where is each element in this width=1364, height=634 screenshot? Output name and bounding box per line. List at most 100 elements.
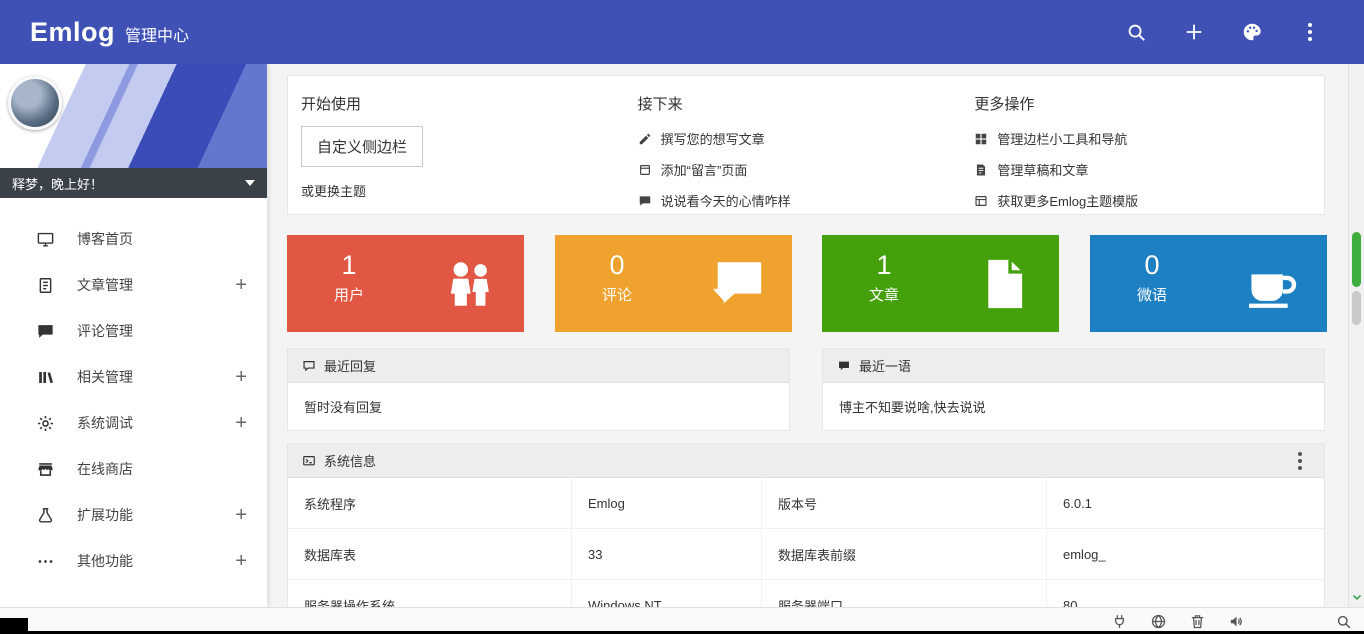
scrollbar-thumb-accent[interactable] bbox=[1352, 232, 1361, 287]
customize-sidebar-button[interactable]: 自定义侧边栏 bbox=[301, 126, 423, 167]
search-icon[interactable] bbox=[1124, 20, 1148, 44]
browser-globe-icon[interactable] bbox=[1150, 613, 1167, 630]
write-article-link[interactable]: 撰写您的想写文章 bbox=[638, 123, 975, 154]
link-label: 获取更多Emlog主题模版 bbox=[997, 191, 1138, 210]
user-greeting[interactable]: 释梦，晚上好！ bbox=[0, 168, 267, 198]
navbar-actions bbox=[1124, 20, 1322, 44]
manage-drafts-link[interactable]: 管理草稿和文章 bbox=[974, 154, 1311, 185]
sysinfo-cell: 服务器端口 bbox=[761, 580, 1046, 607]
sysinfo-cell: Emlog bbox=[571, 478, 761, 529]
stat-label: 微语 bbox=[1120, 284, 1184, 305]
stat-card-comments[interactable]: 0 评论 bbox=[555, 235, 792, 332]
more-menu-icon[interactable] bbox=[1298, 20, 1322, 44]
link-label: 管理草稿和文章 bbox=[997, 160, 1088, 179]
expand-icon[interactable]: + bbox=[235, 505, 247, 525]
recent-word-panel: 最近一语 博主不知要说啥,快去说说 bbox=[822, 348, 1325, 431]
sidebar-item-label: 评论管理 bbox=[77, 321, 133, 341]
expand-icon[interactable]: + bbox=[235, 551, 247, 571]
sidebar-item-blog-home[interactable]: 博客首页 bbox=[0, 216, 267, 262]
link-label: 撰写您的想写文章 bbox=[661, 129, 765, 148]
scroll-down-arrow-icon[interactable] bbox=[1351, 591, 1363, 603]
stat-card-microblog[interactable]: 0 微语 bbox=[1090, 235, 1327, 332]
monitor-icon bbox=[36, 230, 55, 249]
widgets-icon bbox=[974, 132, 988, 146]
sidebar-item-articles[interactable]: 文章管理 + bbox=[0, 262, 267, 308]
sidebar-item-other[interactable]: 其他功能 + bbox=[0, 538, 267, 584]
drafts-icon bbox=[974, 163, 988, 177]
chevron-down-icon bbox=[245, 180, 255, 186]
plug-icon[interactable] bbox=[1111, 613, 1128, 630]
ellipsis-icon bbox=[36, 552, 55, 571]
quickstart-panel: 开始使用 自定义侧边栏 或更换主题 接下来 撰写您的想写文章 添加“留言”页面 bbox=[287, 75, 1325, 215]
article-icon bbox=[36, 276, 55, 295]
recent-word-body: 博主不知要说啥,快去说说 bbox=[823, 383, 1324, 429]
sidebar-item-store[interactable]: 在线商店 bbox=[0, 446, 267, 492]
site-section-title: 管理中心 bbox=[125, 22, 189, 46]
avatar[interactable] bbox=[8, 76, 62, 130]
theme-palette-icon[interactable] bbox=[1240, 20, 1264, 44]
sysinfo-cell: Windows NT bbox=[571, 580, 761, 607]
link-label: 说说看今天的心情咋样 bbox=[661, 191, 791, 210]
sysinfo-cell: 数据库表 bbox=[288, 529, 571, 580]
stat-value: 1 bbox=[317, 250, 381, 281]
sysinfo-cell: 系统程序 bbox=[288, 478, 571, 529]
recent-reply-body: 暂时没有回复 bbox=[288, 383, 789, 429]
comment-bubble-icon bbox=[708, 255, 766, 313]
post-mood-link[interactable]: 说说看今天的心情咋样 bbox=[638, 185, 975, 216]
page-icon bbox=[638, 163, 652, 177]
system-info-table: 系统程序 Emlog 版本号 6.0.1 数据库表 33 数据库表前缀 emlo… bbox=[288, 478, 1324, 607]
expand-icon[interactable]: + bbox=[235, 275, 247, 295]
taskbar-fragment bbox=[0, 618, 28, 631]
more-actions-column: 更多操作 管理边栏小工具和导航 管理草稿和文章 获取更多Emlog主题模版 bbox=[974, 76, 1311, 216]
column-title: 开始使用 bbox=[301, 93, 638, 114]
panel-title: 系统信息 bbox=[324, 451, 376, 470]
trash-icon[interactable] bbox=[1189, 613, 1206, 630]
stat-label: 评论 bbox=[585, 284, 649, 305]
main-content: 开始使用 自定义侧边栏 或更换主题 接下来 撰写您的想写文章 添加“留言”页面 bbox=[267, 64, 1348, 607]
profile-banner bbox=[0, 64, 267, 168]
sidebar: 释梦，晚上好！ 博客首页 文章管理 + 评论管理 相关管理 + bbox=[0, 64, 267, 607]
panel-title: 最近回复 bbox=[324, 356, 376, 375]
chat-outline-icon bbox=[302, 359, 316, 373]
sidebar-item-extensions[interactable]: 扩展功能 + bbox=[0, 492, 267, 538]
coffee-icon bbox=[1243, 255, 1301, 313]
status-bar bbox=[0, 607, 1364, 634]
sysinfo-cell: 6.0.1 bbox=[1046, 478, 1324, 529]
stat-label: 文章 bbox=[852, 284, 916, 305]
column-title: 更多操作 bbox=[974, 93, 1311, 114]
expand-icon[interactable]: + bbox=[235, 367, 247, 387]
page-scrollbar[interactable] bbox=[1348, 64, 1364, 607]
get-themes-link[interactable]: 获取更多Emlog主题模版 bbox=[974, 185, 1311, 216]
sysinfo-cell: 80 bbox=[1046, 580, 1324, 607]
manage-widgets-link[interactable]: 管理边栏小工具和导航 bbox=[974, 123, 1311, 154]
stat-value: 0 bbox=[585, 250, 649, 281]
brand[interactable]: Emlog 管理中心 bbox=[30, 17, 189, 48]
sidebar-item-label: 文章管理 bbox=[77, 275, 133, 295]
sysinfo-cell: 版本号 bbox=[761, 478, 1046, 529]
expand-icon[interactable]: + bbox=[235, 413, 247, 433]
scrollbar-thumb[interactable] bbox=[1352, 291, 1361, 325]
change-theme-link[interactable]: 或更换主题 bbox=[301, 181, 366, 200]
add-page-link[interactable]: 添加“留言”页面 bbox=[638, 154, 975, 185]
stat-value: 0 bbox=[1120, 250, 1184, 281]
kebab-icon[interactable] bbox=[1290, 451, 1310, 471]
terminal-icon bbox=[302, 454, 316, 468]
getting-started-column: 开始使用 自定义侧边栏 或更换主题 bbox=[301, 76, 638, 216]
chat-filled-icon bbox=[837, 359, 851, 373]
stat-card-users[interactable]: 1 用户 bbox=[287, 235, 524, 332]
system-info-header: 系统信息 bbox=[288, 444, 1324, 478]
sidebar-item-comments[interactable]: 评论管理 bbox=[0, 308, 267, 354]
emlog-admin-dashboard: Emlog 管理中心 释梦，晚上好！ 博客首页 bbox=[0, 0, 1364, 634]
sidebar-item-label: 其他功能 bbox=[77, 551, 133, 571]
recent-word-header: 最近一语 bbox=[823, 349, 1324, 383]
stat-card-articles[interactable]: 1 文章 bbox=[822, 235, 1059, 332]
volume-icon[interactable] bbox=[1228, 613, 1245, 630]
sidebar-item-label: 系统调试 bbox=[77, 413, 133, 433]
sidebar-item-related[interactable]: 相关管理 + bbox=[0, 354, 267, 400]
add-icon[interactable] bbox=[1182, 20, 1206, 44]
template-icon bbox=[974, 194, 988, 208]
next-steps-column: 接下来 撰写您的想写文章 添加“留言”页面 说说看今天的心情咋样 bbox=[638, 76, 975, 216]
zoom-search-icon[interactable] bbox=[1335, 613, 1352, 630]
recent-reply-panel: 最近回复 暂时没有回复 bbox=[287, 348, 790, 431]
sidebar-item-system-debug[interactable]: 系统调试 + bbox=[0, 400, 267, 446]
